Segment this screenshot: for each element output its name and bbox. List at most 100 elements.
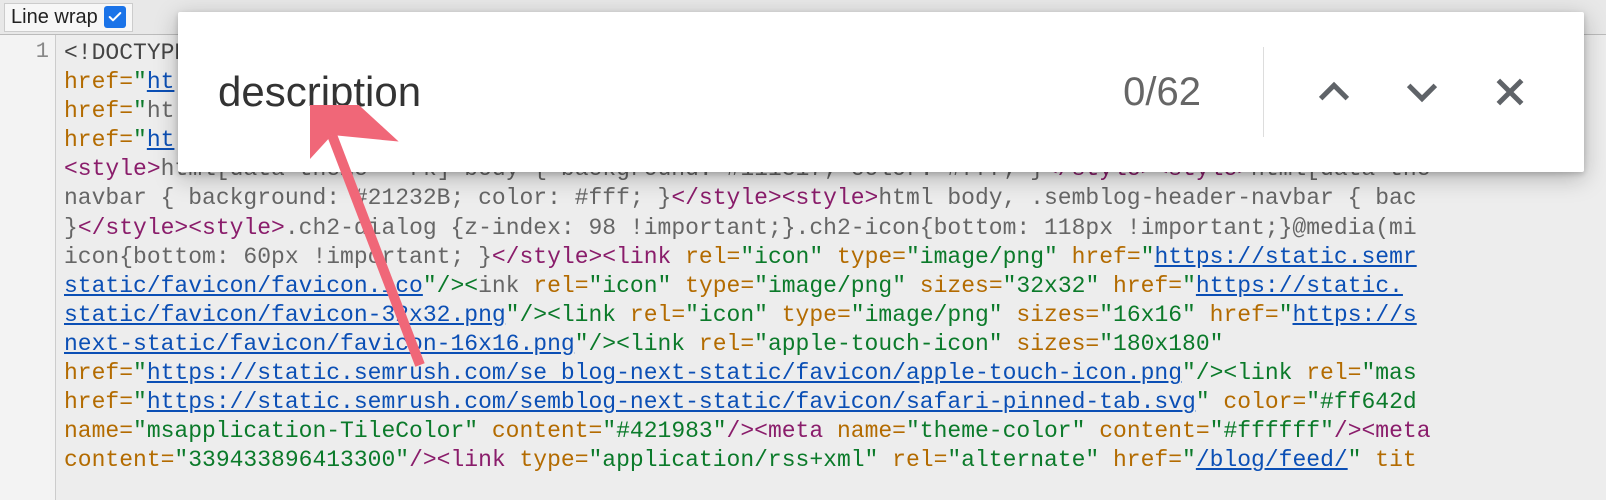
code-token: navbar { background: #21232B; color: #ff…: [64, 185, 671, 211]
code-token: <link: [602, 244, 685, 270]
linewrap-checkbox[interactable]: [104, 6, 126, 28]
code-token: "/><link: [1182, 360, 1306, 386]
code-token: ": [1279, 302, 1293, 328]
code-token: <style>: [64, 156, 161, 182]
code-token: color=: [1210, 389, 1307, 415]
code-token: "/><link: [575, 331, 699, 357]
code-token: content=: [1085, 418, 1209, 444]
code-token: href=: [64, 360, 133, 386]
code-link[interactable]: https://static.semr: [1154, 244, 1416, 270]
code-token: "32x32": [1003, 273, 1100, 299]
code-token: sizes=: [1003, 331, 1100, 357]
code-token: ": [133, 127, 147, 153]
code-token: "#ffffff": [1210, 418, 1334, 444]
code-token: rel=: [685, 244, 740, 270]
code-token: type=: [671, 273, 754, 299]
code-token: <style>: [188, 215, 285, 241]
code-token: "msapplication-TileColor": [133, 418, 478, 444]
linewrap-control[interactable]: Line wrap: [4, 3, 133, 32]
find-prev-button[interactable]: [1302, 60, 1366, 124]
code-token: rel=: [630, 302, 685, 328]
code-link[interactable]: next-static/favicon/favicon-16x16.png: [64, 331, 575, 357]
code-token: }: [64, 215, 78, 241]
code-token: </style>: [78, 215, 188, 241]
code-token: </style>: [492, 244, 602, 270]
code-token: "/><: [423, 273, 478, 299]
code-token: rel=: [533, 273, 588, 299]
code-token: ": [1182, 447, 1196, 473]
code-token: "alternate": [947, 447, 1099, 473]
code-link[interactable]: ht: [147, 127, 175, 153]
code-token: ": [133, 69, 147, 95]
code-token: name=: [837, 418, 906, 444]
code-token: ": [133, 98, 147, 124]
code-token: "image/png": [754, 273, 906, 299]
code-token: </style>: [671, 185, 781, 211]
chevron-down-icon: [1402, 72, 1442, 112]
code-token: html body, .semblog-header-navbar { bac: [878, 185, 1416, 211]
divider: [1263, 47, 1264, 137]
code-link[interactable]: static/favicon/favicon-32x32.png: [64, 302, 506, 328]
line-number-gutter: 1: [0, 35, 56, 500]
code-token: type=: [823, 244, 906, 270]
code-token: ht: [147, 98, 175, 124]
code-link[interactable]: https://static.: [1196, 273, 1403, 299]
code-token: "16x16": [1099, 302, 1196, 328]
close-icon: [1490, 72, 1530, 112]
code-token: "image/png": [906, 244, 1058, 270]
code-token: "image/png": [851, 302, 1003, 328]
code-token: href=: [64, 127, 133, 153]
code-token: rel=: [1306, 360, 1361, 386]
code-token: "icon": [740, 244, 823, 270]
code-token: "icon": [589, 273, 672, 299]
check-icon: [107, 9, 123, 25]
chevron-up-icon: [1314, 72, 1354, 112]
find-close-button[interactable]: [1478, 60, 1542, 124]
code-token: href=: [64, 389, 133, 415]
code-token: "180x180": [1099, 331, 1223, 357]
code-token: /><link: [409, 447, 519, 473]
code-token: sizes=: [1003, 302, 1100, 328]
code-token: ": [1348, 447, 1362, 473]
code-link[interactable]: /blog/feed/: [1196, 447, 1348, 473]
code-token: icon{bottom: 60px !important; }: [64, 244, 492, 270]
code-link[interactable]: https://static.semrush.com/semblog-next-…: [147, 389, 1196, 415]
code-token: ": [133, 389, 147, 415]
code-token: href=: [1058, 244, 1141, 270]
code-token: "icon": [685, 302, 768, 328]
linewrap-label-text: Line wrap: [11, 6, 98, 29]
code-link[interactable]: https://static.semrush.com/se blog-next-…: [147, 360, 1182, 386]
find-next-button[interactable]: [1390, 60, 1454, 124]
code-token: rel=: [878, 447, 947, 473]
code-token: ink: [478, 273, 533, 299]
code-token: ": [133, 360, 147, 386]
code-link[interactable]: ht: [147, 69, 175, 95]
code-token: "/><link: [506, 302, 630, 328]
code-token: <style>: [782, 185, 879, 211]
code-token: content=: [64, 447, 174, 473]
code-link[interactable]: static/favicon/favicon.ico: [64, 273, 423, 299]
code-token: ": [1196, 389, 1210, 415]
line-number: 1: [0, 39, 49, 64]
code-token: "theme-color": [906, 418, 1085, 444]
find-result-count: 0/62: [1103, 70, 1237, 115]
code-token: /><meta: [1334, 418, 1431, 444]
code-token: /><meta: [727, 418, 837, 444]
code-token: rel=: [699, 331, 754, 357]
code-token: "339433896413300": [174, 447, 409, 473]
find-input[interactable]: [216, 67, 1103, 117]
code-token: href=: [1099, 447, 1182, 473]
code-token: href=: [64, 98, 133, 124]
code-token: href=: [1196, 302, 1279, 328]
code-link[interactable]: https://s: [1293, 302, 1417, 328]
code-token: .ch2-dialog {z-index: 98 !important;}.ch…: [285, 215, 1417, 241]
code-token: ": [1182, 273, 1196, 299]
code-token: "#421983": [602, 418, 726, 444]
code-token: type=: [768, 302, 851, 328]
code-token: "#ff642d: [1306, 389, 1416, 415]
code-token: "application/rss+xml": [589, 447, 879, 473]
find-bar: 0/62: [178, 12, 1584, 172]
code-token: tit: [1361, 447, 1416, 473]
code-token: "apple-touch-icon": [754, 331, 1002, 357]
code-token: name=: [64, 418, 133, 444]
